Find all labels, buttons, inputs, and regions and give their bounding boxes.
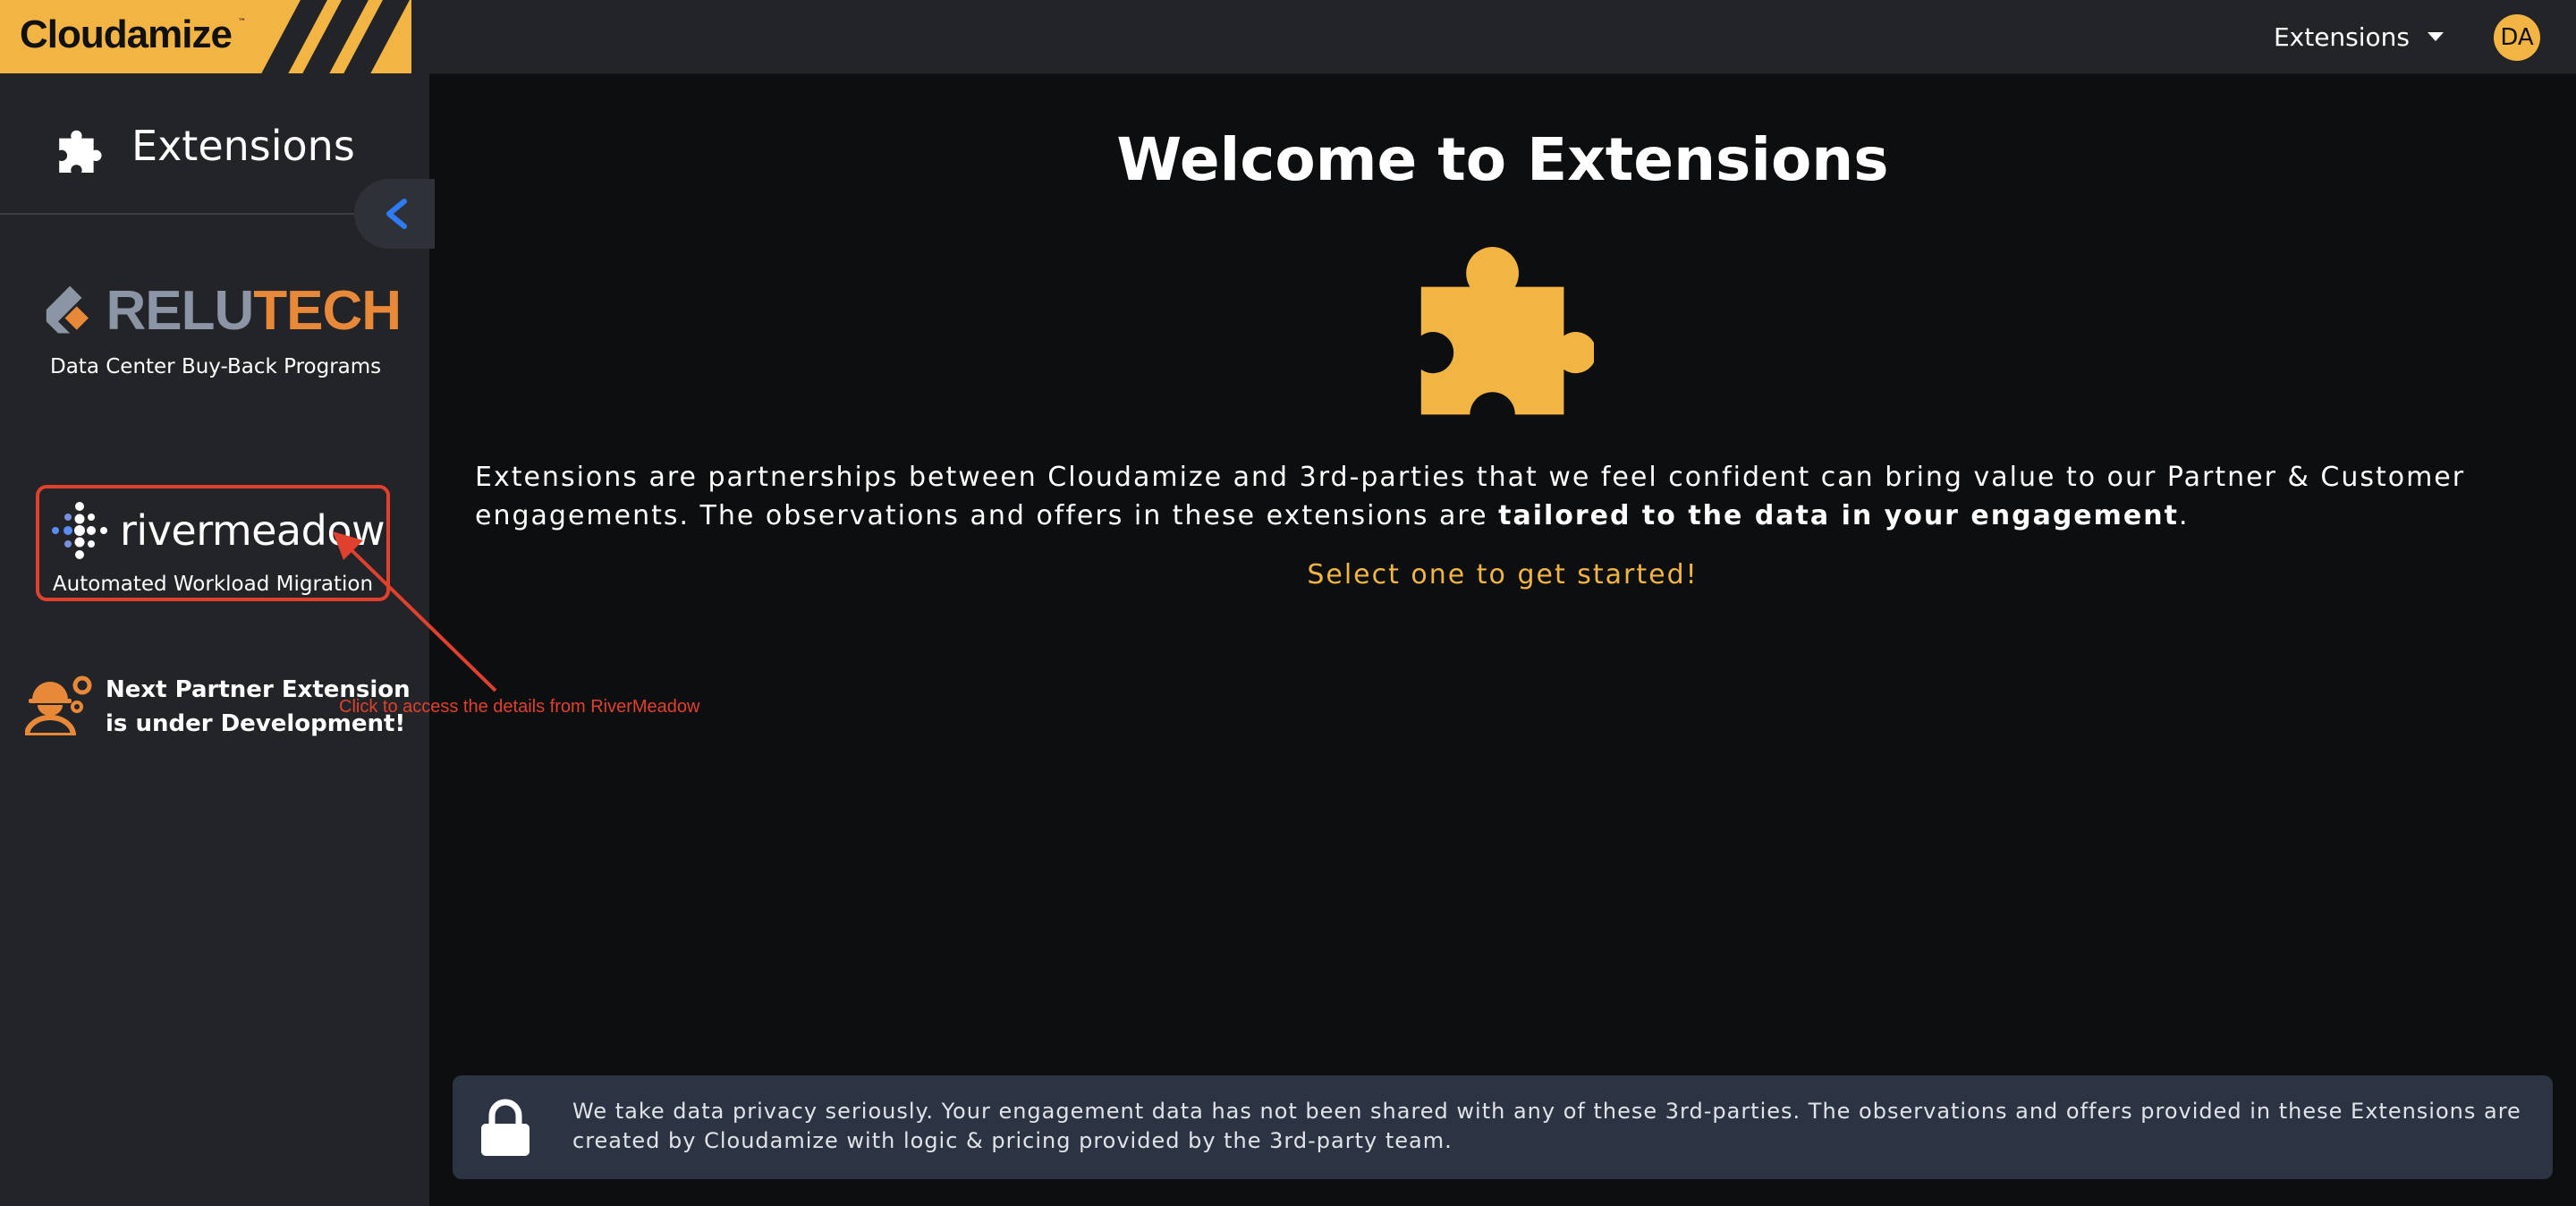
brand-trademark: ™ <box>238 18 246 27</box>
privacy-text: We take data privacy seriously. Your eng… <box>572 1099 2521 1153</box>
top-bar: Cloudamize ™ Extensions DA <box>0 0 2576 74</box>
partner-relutech[interactable]: RELUTECH Data Center Buy-Back Programs <box>43 279 402 386</box>
rivermeadow-dots-icon <box>52 502 107 559</box>
lock-icon <box>481 1099 530 1156</box>
brand-name: Cloudamize <box>20 13 233 56</box>
description-emphasis: tailored to the data in your engagement <box>1498 500 2179 531</box>
annotation-arrow-icon <box>333 531 497 692</box>
collapse-sidebar-button[interactable] <box>354 179 435 249</box>
chevron-left-icon <box>386 199 407 229</box>
relutech-logo: RELUTECH <box>43 279 402 343</box>
brand-logo[interactable]: Cloudamize ™ <box>0 0 411 73</box>
extensions-menu-label: Extensions <box>2273 21 2410 52</box>
page-title: Welcome to Extensions <box>1116 125 1889 194</box>
worker-gear-icon <box>25 675 92 735</box>
caret-down-icon <box>2428 32 2444 41</box>
user-avatar[interactable]: DA <box>2494 14 2540 61</box>
puzzle-icon <box>1420 247 1594 415</box>
get-started-prompt: Select one to get started! <box>1307 559 1699 590</box>
extensions-menu-dropdown[interactable]: Extensions <box>2274 0 2444 73</box>
relutech-mark-icon <box>46 285 89 334</box>
avatar-initials: DA <box>2500 24 2534 51</box>
privacy-banner: We take data privacy seriously. Your eng… <box>453 1075 2553 1179</box>
page-description: Extensions are partnerships between Clou… <box>475 462 2466 531</box>
annotation-text: Click to access the details from RiverMe… <box>339 697 700 717</box>
relutech-subtitle: Data Center Buy-Back Programs <box>50 355 382 378</box>
relutech-wordmark: RELUTECH <box>106 280 402 342</box>
puzzle-icon <box>59 130 102 174</box>
sidebar-title: Extensions <box>131 122 355 170</box>
